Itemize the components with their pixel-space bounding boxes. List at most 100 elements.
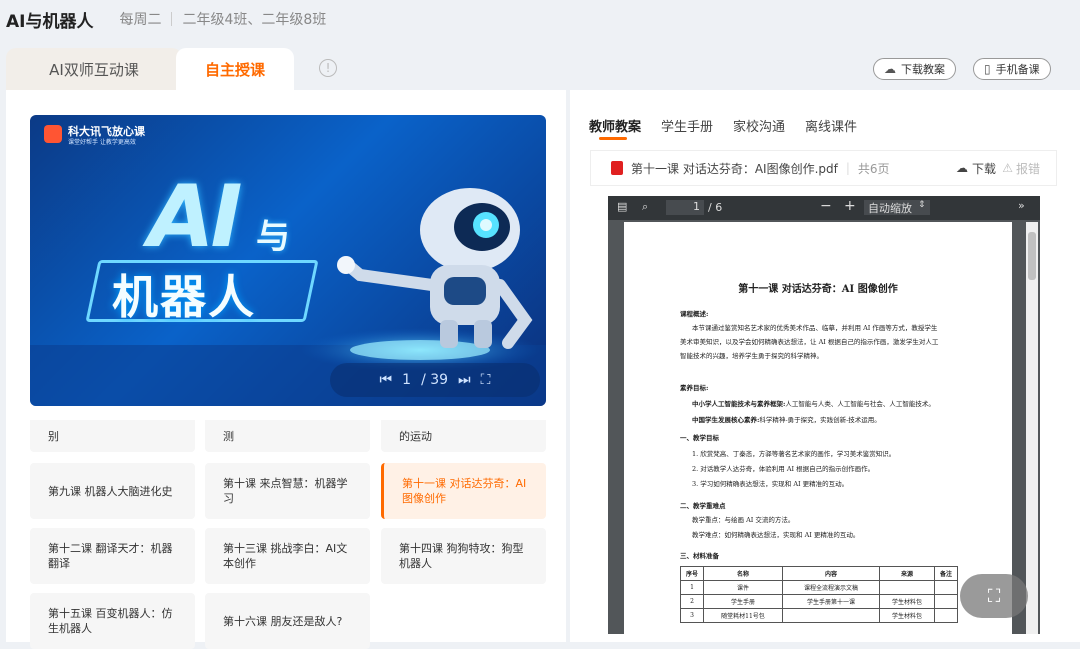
scroll-thumb[interactable]: [1028, 232, 1036, 280]
fullscreen-icon[interactable]: ⛶: [481, 372, 491, 388]
file-pages: 共6页: [857, 161, 890, 176]
doc-text: 教学重点：与绘画 AI 交流的方法。: [692, 516, 795, 524]
doc-text: 智能技术的兴趣，培养学生勇于探究的科学精神。: [680, 352, 823, 360]
doc-title: 第十一课 对话达芬奇：AI 图像创作: [738, 284, 898, 295]
sidebar-toggle-icon[interactable]: ▤: [617, 200, 627, 213]
fullscreen-button[interactable]: ⛶: [960, 574, 1028, 618]
warning-icon: ⚠: [1002, 161, 1013, 175]
fullscreen-icon: ⛶: [987, 585, 1001, 607]
mode-tabs: AI双师互动课 自主授课 ! ☁ 下载教案 ▯ 手机备课: [0, 48, 1080, 90]
table-cell: [781, 608, 881, 623]
phone-icon: ▯: [984, 62, 991, 76]
courseware-preview[interactable]: 科大讯飞放心课 课堂好帮手 让教学更高效 AI 与 机器人 ⏮ 1 / 39 ⏭…: [30, 115, 546, 406]
zoom-out-icon[interactable]: −: [820, 198, 832, 214]
resource-panel: 教师教案 学生手册 家校沟通 离线课件 第十一课 对话达芬奇：AI图像创作.pd…: [570, 90, 1080, 642]
search-icon[interactable]: ⌕: [642, 200, 648, 214]
cloud-download-icon: ☁: [884, 62, 896, 76]
brand-logo: [44, 125, 62, 143]
course-title: AI与机器人: [6, 11, 94, 32]
class-list: 二年级4班、二年级8班: [182, 12, 327, 28]
banner-title-ai: AI: [148, 167, 243, 267]
table-cell: 学生材料包: [879, 608, 935, 623]
doc-heading: 一、教学目标: [680, 434, 719, 442]
tab-teacher-plan[interactable]: 教师教案: [589, 116, 641, 135]
file-header: 第十一课 对话达芬奇：AI图像创作.pdf | 共6页 ☁ 下载 ⚠ 报错: [590, 150, 1057, 186]
mobile-prep-button[interactable]: ▯ 手机备课: [973, 58, 1051, 80]
doc-heading: 素养目标:: [680, 384, 709, 392]
lesson-tile[interactable]: 第十四课 狗狗特攻：狗型机器人: [381, 528, 546, 584]
pdf-scrollbar[interactable]: [1026, 222, 1038, 634]
active-tab-indicator: [599, 137, 627, 140]
download-file-button[interactable]: ☁ 下载: [956, 160, 996, 177]
doc-text: 3. 学习如何精确表达想法，实现和 AI 更精准的互动。: [692, 480, 849, 488]
top-bar: AI与机器人 每周二 二年级4班、二年级8班: [0, 0, 1080, 38]
table-cell: 课件: [703, 580, 783, 595]
table-cell: 学生材料包: [879, 594, 935, 609]
table-cell: 课程全流程演示文稿: [781, 580, 881, 595]
divider: [171, 12, 173, 26]
lesson-tile[interactable]: 第九课 机器人大脑进化史: [30, 463, 195, 519]
lesson-tile[interactable]: 的运动: [381, 420, 546, 452]
slide-pager: ⏮ 1 / 39 ⏭ ⛶: [330, 363, 540, 397]
pdf-icon: [611, 161, 623, 175]
pdf-page: 第十一课 对话达芬奇：AI 图像创作 课程概述: 本节课通过鉴赏知名艺术家的优秀…: [624, 222, 1012, 634]
table-cell: 学生手册: [703, 594, 783, 609]
page-number-input[interactable]: 1: [666, 200, 704, 215]
doc-text: 教学难点：如何精确表达想法，实现和 AI 更精准的互动。: [692, 531, 860, 539]
next-slide-icon[interactable]: ⏭: [458, 372, 471, 388]
doc-text: 中小学人工智能技术与素养框架:: [692, 400, 786, 408]
doc-text: 本节课通过鉴赏知名艺术家的优秀美术作品、临摹，并利用 AI 作画等方式，教授学生: [692, 324, 938, 332]
table-cell: 学生手册第十一课: [781, 594, 881, 609]
lesson-panel: 科大讯飞放心课 课堂好帮手 让教学更高效 AI 与 机器人 ⏮ 1 / 39 ⏭…: [6, 90, 566, 649]
table-header: 内容: [781, 566, 881, 581]
tab-ai-dual-teacher[interactable]: AI双师互动课: [6, 48, 182, 90]
zoom-in-icon[interactable]: +: [844, 198, 856, 214]
more-tools-icon[interactable]: »: [1018, 199, 1025, 212]
slide-current: 1: [402, 372, 412, 388]
brand-slogan: 课堂好帮手 让教学更高效: [68, 139, 136, 146]
banner-title-robot: 机器人: [112, 270, 256, 324]
lesson-tile[interactable]: 第十二课 翻译天才：机器翻译: [30, 528, 195, 584]
table-row: 3 随堂耗材11号包 学生材料包: [680, 608, 959, 623]
table-cell: 2: [680, 594, 704, 609]
table-cell: [933, 594, 959, 609]
tab-self-teaching[interactable]: 自主授课: [176, 48, 294, 90]
doc-text: 1. 欣赏梵高、丁秦忞，方驿等著名艺术家的画作，学习美术鉴赏知识。: [692, 450, 896, 458]
lesson-tile[interactable]: 第十课 来点智慧：机器学习: [205, 463, 370, 519]
table-cell: 1: [680, 580, 704, 595]
tab-home-school[interactable]: 家校沟通: [733, 116, 785, 135]
download-plan-button[interactable]: ☁ 下载教案: [873, 58, 956, 80]
lesson-tile[interactable]: 别: [30, 420, 195, 452]
prev-slide-icon[interactable]: ⏮: [380, 372, 393, 388]
table-header-row: 序号 名称 内容 来源 备注: [680, 566, 959, 581]
lesson-tile[interactable]: 第十六课 朋友还是敌人?: [205, 593, 370, 649]
tab-offline-courseware[interactable]: 离线课件: [805, 116, 857, 135]
page-total: / 6: [708, 201, 723, 214]
report-error-button[interactable]: ⚠ 报错: [1002, 160, 1040, 177]
table-cell: [933, 608, 959, 623]
materials-table: 序号 名称 内容 来源 备注 1 课件 课程全流程演示文稿 2 学生手册 学生手…: [680, 566, 959, 623]
doc-heading: 课程概述:: [680, 310, 709, 318]
file-name: 第十一课 对话达芬奇：AI图像创作.pdf: [631, 161, 838, 176]
info-icon[interactable]: !: [319, 59, 337, 77]
slide-total: / 39: [421, 372, 449, 388]
table-cell: 随堂耗材11号包: [703, 608, 783, 623]
schedule-day: 每周二: [119, 12, 162, 28]
lesson-tile[interactable]: 测: [205, 420, 370, 452]
banner-title-yu: 与: [256, 217, 290, 257]
lesson-tile[interactable]: 第十五课 百变机器人：仿生机器人: [30, 593, 195, 649]
download-plan-label: 下载教案: [901, 63, 945, 76]
table-cell: [933, 580, 959, 595]
table-row: 2 学生手册 学生手册第十一课 学生材料包: [680, 594, 959, 609]
table-row: 1 课件 课程全流程演示文稿: [680, 580, 959, 595]
table-header: 备注: [933, 566, 959, 581]
table-cell: [879, 580, 935, 595]
doc-heading: 二、教学重难点: [680, 502, 726, 510]
doc-text: 美术审美知识，以及学会如何精确表达想法，让 AI 根据自己的指示作画，激发学生对…: [680, 338, 939, 346]
robot-illustration: [337, 188, 533, 349]
table-header: 名称: [703, 566, 783, 581]
lesson-tile-active[interactable]: 第十一课 对话达芬奇：AI图像创作: [381, 463, 546, 519]
lesson-tile[interactable]: 第十三课 挑战李白：AI文本创作: [205, 528, 370, 584]
doc-text: 科学精神-勇于探究，实践创新-技术运用。: [759, 416, 881, 424]
tab-student-handbook[interactable]: 学生手册: [661, 116, 713, 135]
